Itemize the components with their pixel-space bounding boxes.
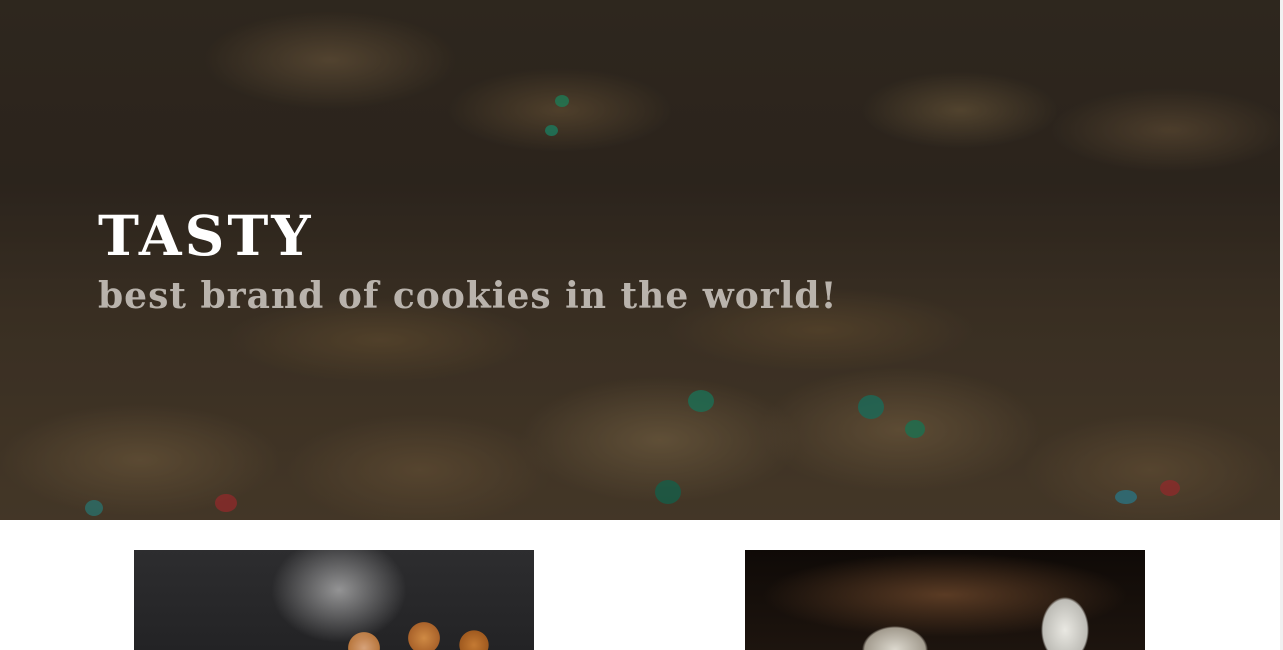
sprinkle-decoration (1160, 480, 1180, 496)
sprinkle-decoration (1115, 490, 1137, 504)
donuts-photo (134, 550, 534, 650)
sprinkle-decoration (85, 500, 103, 516)
milk-and-cookies-photo (745, 550, 1145, 650)
sprinkle-decoration (858, 395, 884, 419)
sprinkle-decoration (545, 125, 558, 136)
hero-banner: TASTY best brand of cookies in the world… (0, 0, 1283, 520)
sprinkle-decoration (688, 390, 714, 412)
sprinkle-decoration (215, 494, 237, 512)
sprinkle-decoration (905, 420, 925, 438)
hero-subtitle: best brand of cookies in the world! (98, 275, 838, 317)
sprinkle-decoration (555, 95, 569, 107)
sprinkle-decoration (655, 480, 681, 504)
hero-title: TASTY (98, 203, 314, 268)
